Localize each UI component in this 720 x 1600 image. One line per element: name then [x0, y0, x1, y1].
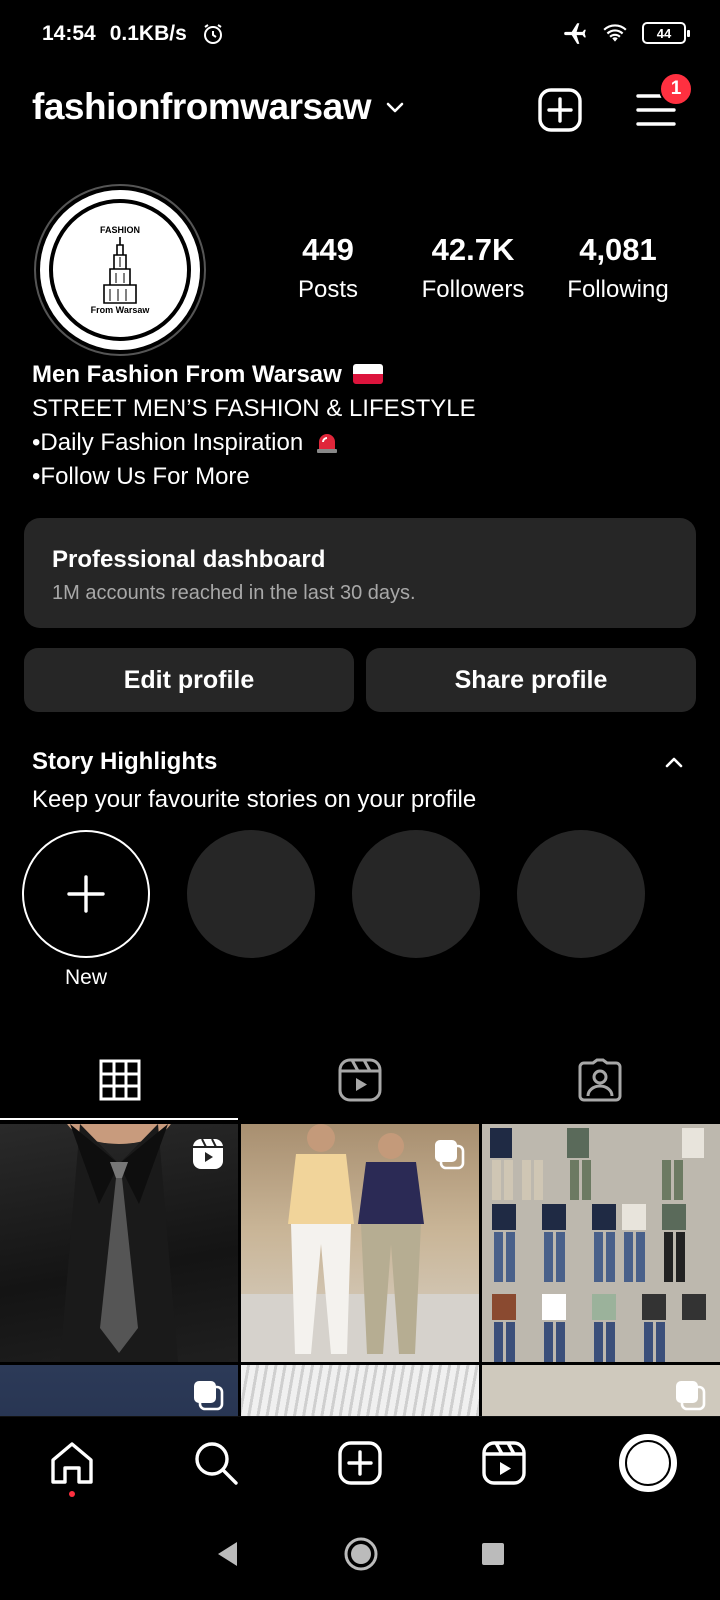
collapse-highlights-button[interactable] — [664, 752, 684, 777]
username: fashionfromwarsaw — [32, 86, 371, 127]
post-thumbnail[interactable] — [0, 1124, 238, 1362]
palace-icon — [103, 237, 137, 304]
bio-name: Men Fashion From Warsaw — [32, 361, 342, 388]
stat-label: Posts — [297, 276, 359, 303]
dashboard-subtitle: 1M accounts reached in the last 30 days. — [52, 582, 416, 604]
highlight-placeholder — [517, 830, 645, 990]
new-post-button[interactable] — [536, 86, 584, 134]
stat-following[interactable]: 4,081 Following — [548, 232, 688, 304]
highlight-placeholder — [187, 830, 315, 990]
reels-nav-icon — [482, 1440, 526, 1485]
tab-posts-grid[interactable] — [0, 1040, 240, 1120]
network-speed: 0.1KB/s — [109, 22, 187, 45]
status-time: 14:54 — [42, 22, 96, 45]
profile-header: fashionfromwarsaw — [0, 82, 720, 142]
status-left: 14:54 0.1KB/s — [42, 22, 225, 46]
highlight-placeholder — [352, 830, 480, 990]
stat-label: Following — [567, 276, 669, 303]
nav-reels[interactable] — [464, 1423, 544, 1503]
highlight-placeholder-circle — [352, 830, 480, 958]
plus-icon — [67, 875, 105, 913]
nav-search[interactable] — [176, 1423, 256, 1503]
post-thumbnail[interactable] — [241, 1365, 479, 1416]
bio-line-2-row: •Daily Fashion Inspiration — [32, 426, 476, 460]
create-icon — [338, 1440, 382, 1485]
tab-reels[interactable] — [240, 1040, 480, 1120]
edit-profile-button[interactable]: Edit profile — [24, 648, 354, 712]
avatar-logo-text-bottom: From Warsaw — [90, 305, 150, 315]
bio-name-line: Men Fashion From Warsaw — [32, 358, 476, 392]
post-thumbnail[interactable] — [241, 1124, 479, 1362]
home-activity-dot — [69, 1490, 75, 1497]
status-bar: 14:54 0.1KB/s 44 — [0, 0, 720, 70]
system-navigation — [0, 1508, 720, 1600]
dashboard-title: Professional dashboard — [52, 546, 326, 573]
avatar-logo: FASHION From Warsaw — [40, 190, 200, 350]
profile-stats: 449 Posts 42.7K Followers 4,081 Followin… — [258, 232, 688, 304]
carousel-badge-icon — [435, 1140, 465, 1170]
profile-actions: Edit profile Share profile — [24, 648, 696, 712]
chevron-down-icon — [386, 102, 404, 113]
highlights-title: Story Highlights — [32, 748, 218, 775]
new-highlight-circle — [22, 830, 150, 958]
profile-avatar-small-ring — [625, 1439, 671, 1486]
alarm-icon — [203, 24, 222, 44]
highlight-placeholder-circle — [187, 830, 315, 958]
home-icon — [51, 1441, 93, 1484]
status-right: 44 — [562, 20, 690, 46]
posts-grid — [0, 1124, 720, 1416]
share-profile-button[interactable]: Share profile — [366, 648, 696, 712]
reel-badge-icon — [193, 1138, 223, 1169]
post-thumbnail[interactable] — [0, 1365, 238, 1416]
new-post-icon — [538, 88, 582, 132]
bio-line-3: •Follow Us For More — [32, 463, 250, 490]
profile-avatar[interactable]: FASHION From Warsaw — [34, 184, 206, 356]
post-thumbnail[interactable] — [482, 1124, 720, 1362]
stat-value: 42.7K — [431, 232, 515, 267]
bio-line-1: STREET MEN’S FASHION & LIFESTYLE — [32, 395, 476, 422]
notification-badge: 1 — [659, 72, 693, 106]
search-icon — [195, 1441, 238, 1485]
tagged-icon — [578, 1058, 622, 1102]
profile-bio: Men Fashion From Warsaw STREET MEN’S FAS… — [32, 358, 476, 494]
bio-line-2: •Daily Fashion Inspiration — [32, 429, 304, 456]
battery-icon: 44 — [642, 22, 690, 44]
professional-dashboard[interactable]: Professional dashboard 1M accounts reach… — [24, 518, 696, 628]
outfit-collage-image — [490, 1128, 706, 1362]
battery-level: 44 — [656, 25, 672, 41]
poland-flag-icon — [352, 364, 383, 384]
airplane-icon — [564, 23, 586, 44]
home-circle-icon[interactable] — [343, 1536, 379, 1572]
chevron-up-icon — [665, 757, 683, 768]
highlight-placeholder-circle — [517, 830, 645, 958]
avatar-logo-inner: FASHION From Warsaw — [49, 199, 191, 341]
highlights-subtitle: Keep your favourite stories on your prof… — [32, 786, 477, 813]
wifi-icon — [603, 24, 627, 42]
profile-avatar-small — [619, 1433, 677, 1492]
grid-icon — [99, 1059, 141, 1101]
new-highlight[interactable]: New — [22, 830, 150, 990]
post-thumbnail[interactable] — [482, 1365, 720, 1416]
stat-followers[interactable]: 42.7K Followers — [403, 232, 543, 304]
highlights-row: New — [22, 830, 645, 990]
nav-home[interactable] — [32, 1423, 112, 1503]
stat-value: 449 — [302, 232, 354, 267]
avatar-logo-text-top: FASHION — [99, 225, 140, 235]
content-tabs — [0, 1040, 720, 1120]
nav-create[interactable] — [320, 1423, 400, 1503]
account-switcher[interactable]: fashionfromwarsaw — [32, 86, 407, 128]
tab-tagged[interactable] — [480, 1040, 720, 1120]
stat-posts[interactable]: 449 Posts — [258, 232, 398, 304]
reels-icon — [338, 1058, 382, 1102]
carousel-badge-icon — [676, 1381, 706, 1411]
siren-icon — [316, 434, 337, 453]
recents-icon[interactable] — [479, 1540, 507, 1568]
new-highlight-label: New — [64, 966, 107, 989]
stat-label: Followers — [421, 276, 525, 303]
carousel-badge-icon — [194, 1381, 224, 1411]
back-icon[interactable] — [213, 1539, 243, 1569]
bottom-navigation — [0, 1416, 720, 1508]
stat-value: 4,081 — [579, 232, 657, 267]
nav-profile[interactable] — [608, 1423, 688, 1503]
